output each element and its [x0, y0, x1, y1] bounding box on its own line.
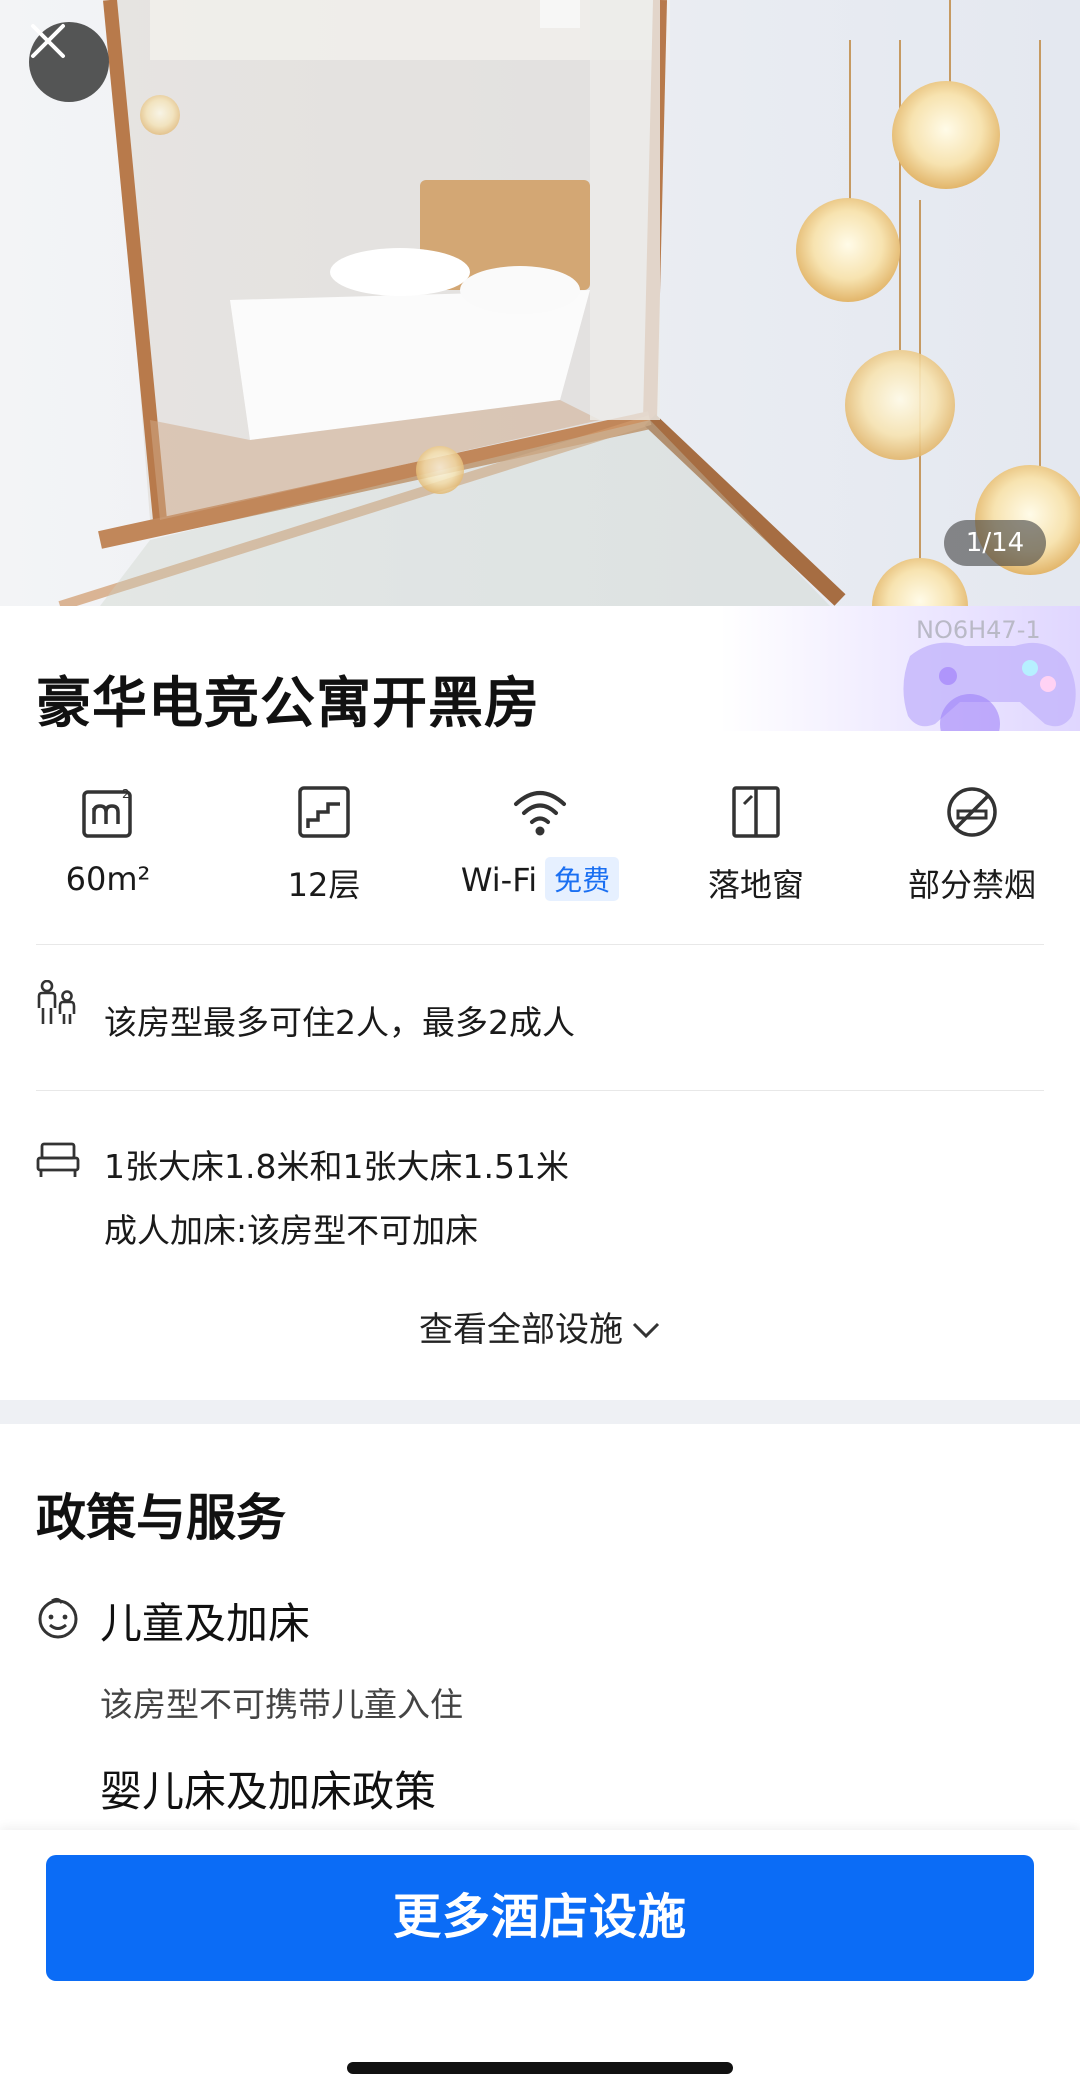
policy-heading: 政策与服务 [36, 1489, 286, 1547]
room-title-area: NO6H47-1 豪华电竞公寓开黑房 [0, 606, 1080, 731]
amenity-wifi: Wi-Fi 免费 [432, 782, 648, 904]
amenity-area: 2 60m² [0, 782, 216, 898]
photo-counter: 1/14 [944, 520, 1046, 566]
close-button[interactable] [29, 22, 109, 102]
floor-icon [298, 786, 350, 838]
svg-text:2: 2 [122, 787, 130, 801]
no-smoking-icon [947, 787, 997, 837]
bed-icon [36, 1142, 80, 1177]
close-icon [31, 24, 65, 58]
divider [36, 944, 1044, 945]
more-hotel-facilities-button[interactable]: 更多酒店设施 [46, 1855, 1034, 1981]
child-face-icon [38, 1597, 78, 1639]
extra-bed-text: 成人加床:该房型不可加床 [104, 1211, 479, 1250]
room-code: NO6H47-1 [916, 616, 1041, 644]
bottom-bar: 更多酒店设施 [0, 1830, 1080, 2096]
divider [36, 1090, 1044, 1091]
see-all-facilities-button[interactable]: 查看全部设施 [0, 1302, 1080, 1351]
amenity-label: 部分禁烟 [907, 866, 1036, 904]
amenity-floor: 12层 [216, 782, 432, 906]
amenity-no-smoking: 部分禁烟 [864, 782, 1080, 906]
room-photo[interactable]: 1/14 [0, 0, 1080, 606]
see-all-label: 查看全部设施 [419, 1310, 623, 1350]
children-policy-desc: 该房型不可携带儿童入住 [100, 1685, 463, 1724]
section-separator [0, 1400, 1080, 1424]
free-badge: 免费 [545, 857, 620, 901]
amenity-label: 12层 [287, 866, 361, 904]
wifi-icon [514, 791, 566, 836]
amenity-list: 2 60m² 12层 Wi-Fi 免费 落地窗 部分禁烟 [0, 782, 1080, 912]
room-photo-illustration [0, 0, 1080, 606]
children-policy-title: 儿童及加床 [100, 1599, 311, 1648]
crib-policy-title: 婴儿床及加床政策 [100, 1767, 437, 1816]
amenity-label: 60m² [65, 860, 151, 898]
window-icon [732, 786, 780, 838]
area-icon: 2 [82, 787, 132, 838]
amenity-label: Wi-Fi [460, 861, 538, 899]
amenity-window: 落地窗 [648, 782, 864, 906]
people-icon [37, 980, 76, 1024]
bed-size-text: 1张大床1.8米和1张大床1.51米 [104, 1147, 569, 1186]
page-title: 豪华电竞公寓开黑房 [36, 671, 541, 731]
chevron-down-icon [632, 1322, 660, 1338]
amenity-label: 落地窗 [707, 866, 804, 904]
home-indicator [347, 2062, 733, 2074]
occupancy-text: 该房型最多可住2人，最多2成人 [104, 1003, 575, 1042]
